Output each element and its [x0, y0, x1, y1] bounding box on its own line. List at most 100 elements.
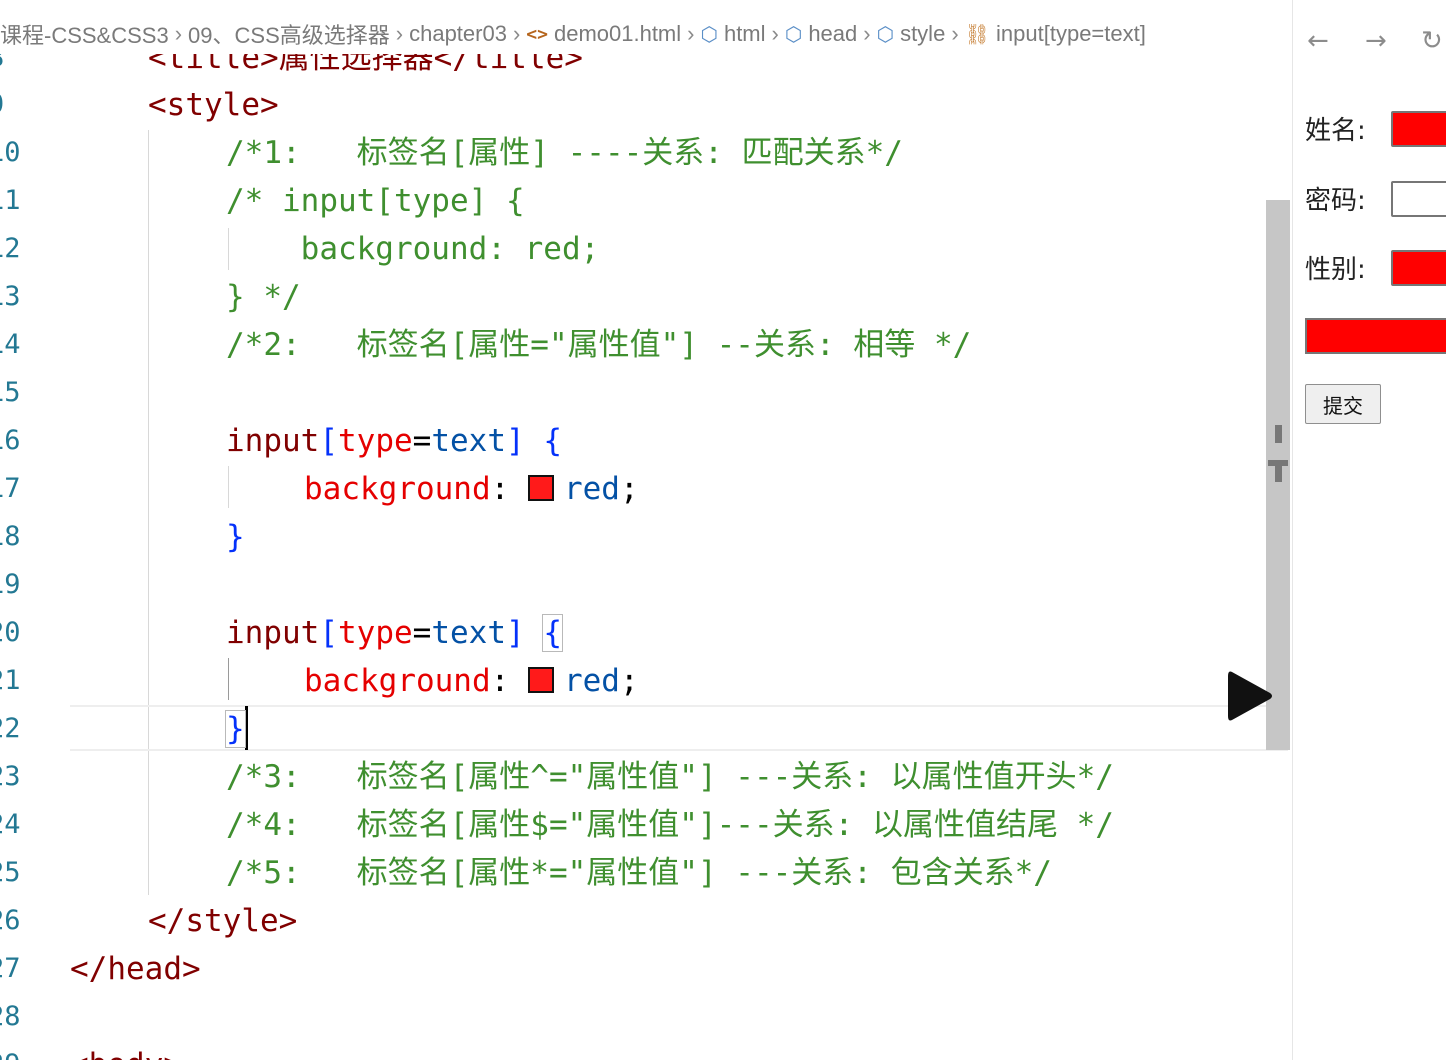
chevron-right-icon: ›: [771, 21, 779, 46]
gender-label: 性别:: [1305, 255, 1366, 285]
code-line-selector: input[type=text] {: [226, 609, 563, 657]
name-label: 姓名:: [1305, 116, 1366, 146]
current-line-highlight: [70, 705, 1288, 751]
css-value: red: [563, 471, 620, 507]
breadcrumb-label: 09、CSS高级选择器: [188, 23, 390, 48]
name-input[interactable]: [1391, 110, 1446, 147]
breadcrumb-label: 课程-CSS&CSS3: [0, 23, 169, 48]
symbol-selector-icon: ⛓: [964, 23, 991, 46]
code-line: </head>: [70, 951, 201, 987]
gender-row: 性别:: [1305, 249, 1446, 286]
chevron-right-icon: ›: [687, 21, 695, 46]
selector-bracket: ]: [505, 423, 525, 459]
symbol-element-icon: ⬡: [784, 23, 803, 46]
code-line: /* input[type] {: [226, 183, 525, 219]
line-number: 11: [0, 185, 21, 216]
code-area[interactable]: <title>属性选择器</title> <style> /*1: 标签名[属性…: [70, 0, 1288, 1060]
line-number: 21: [0, 665, 21, 696]
breadcrumb-label: head: [808, 21, 858, 46]
chevron-right-icon: ›: [174, 21, 183, 46]
breadcrumb-item-file[interactable]: <> demo01.html: [526, 21, 681, 47]
code-line-declaration: background: red;: [304, 657, 639, 705]
symbol-element-icon: ⬡: [876, 23, 895, 46]
forward-arrow-icon[interactable]: →: [1365, 26, 1387, 56]
selector-bracket: ]: [505, 615, 525, 651]
breadcrumb-label: input[type=text]: [996, 21, 1146, 46]
play-icon[interactable]: [1226, 668, 1274, 724]
reload-icon[interactable]: ↻: [1421, 26, 1443, 56]
css-semicolon: ;: [619, 663, 639, 699]
code-line-close: }: [225, 705, 248, 753]
line-number: 29: [0, 1041, 40, 1060]
css-colon: :: [490, 471, 510, 507]
css-semicolon: ;: [619, 471, 639, 507]
gender-input[interactable]: [1391, 249, 1446, 286]
color-swatch-icon[interactable]: [527, 666, 554, 693]
line-number: 12: [0, 233, 21, 264]
line-number: 28: [0, 1001, 21, 1032]
indent-guide: [148, 130, 149, 895]
line-number: 10: [0, 137, 21, 168]
selector-attr: type: [338, 615, 413, 651]
code-line: </style>: [148, 903, 298, 939]
back-arrow-icon[interactable]: ←: [1307, 26, 1329, 56]
line-number: 25: [0, 857, 21, 888]
code-line-selector: input[type=text] {: [226, 417, 562, 465]
breadcrumb-label: demo01.html: [553, 21, 682, 46]
breadcrumb-item-style[interactable]: ⬡ style: [877, 21, 946, 47]
selector-bracket: [: [319, 423, 338, 459]
code-line: background: red;: [226, 231, 600, 267]
text-input[interactable]: [1305, 318, 1446, 354]
breadcrumb-item-selector[interactable]: ⛓ input[type=text]: [965, 21, 1146, 47]
breadcrumb-item-course[interactable]: 课程-CSS&CSS3: [0, 18, 169, 50]
line-number: 20: [0, 617, 21, 648]
open-brace: {: [543, 423, 562, 459]
line-number: 16: [0, 425, 21, 456]
line-number: 15: [0, 377, 21, 408]
chevron-right-icon: ›: [951, 21, 959, 46]
line-number: 14: [0, 329, 21, 360]
code-editor[interactable]: 课程-CSS&CSS3 › 09、CSS高级选择器 › chapter03 › …: [0, 0, 1292, 1060]
selector-value: text: [431, 615, 506, 651]
close-brace-matched: }: [225, 710, 246, 748]
breadcrumb-item-head[interactable]: ⬡ head: [785, 21, 857, 47]
color-swatch-icon[interactable]: [527, 474, 554, 501]
css-property: background: [304, 471, 491, 507]
name-row: 姓名:: [1305, 110, 1446, 147]
chevron-right-icon: ›: [395, 21, 404, 46]
css-colon: :: [490, 663, 510, 699]
code-line: /*5: 标签名[属性*="属性值"] ---关系: 包含关系*/: [226, 855, 1052, 891]
selector-bracket: [: [319, 615, 338, 651]
breadcrumb-item-html[interactable]: ⬡ html: [700, 21, 765, 47]
line-number: 19: [0, 569, 21, 600]
line-number: 18: [0, 521, 21, 552]
chevron-right-icon: ›: [512, 21, 521, 46]
breadcrumb-item-chapter[interactable]: chapter03: [409, 21, 507, 47]
indent-guide-active: [228, 658, 229, 700]
scrollbar-marker: [1275, 466, 1282, 482]
line-number: 23: [0, 761, 21, 792]
code-line-close: }: [226, 513, 245, 561]
line-number-gutter: 8 9 10 11 12 13 14 15 16 17 18 19 20 21 …: [0, 0, 70, 1060]
code-line-declaration: background: red;: [304, 465, 639, 513]
breadcrumb-item-folder[interactable]: 09、CSS高级选择器: [188, 18, 390, 50]
breadcrumb-label: style: [900, 21, 946, 46]
selector-tag: input: [226, 615, 320, 651]
indent-guide: [228, 466, 229, 508]
selector-eq: =: [412, 615, 432, 651]
line-number: 22: [0, 713, 21, 744]
selector-eq: =: [412, 423, 432, 459]
line-number: 13: [0, 281, 21, 312]
breadcrumb-label: chapter03: [409, 21, 507, 46]
selector-tag: input: [226, 423, 320, 459]
line-number: 27: [0, 953, 21, 984]
line-number: 9: [0, 81, 40, 129]
line-number: 24: [0, 809, 21, 840]
scrollbar-marker: [1275, 425, 1282, 443]
chevron-right-icon: ›: [863, 21, 871, 46]
submit-button[interactable]: 提交: [1305, 384, 1381, 424]
password-input[interactable]: [1391, 180, 1446, 217]
selector-value: text: [431, 423, 506, 459]
browser-preview: ← → ↻ 姓名: 密码: 性别: 提交: [1292, 0, 1446, 1060]
close-brace: }: [226, 519, 245, 555]
